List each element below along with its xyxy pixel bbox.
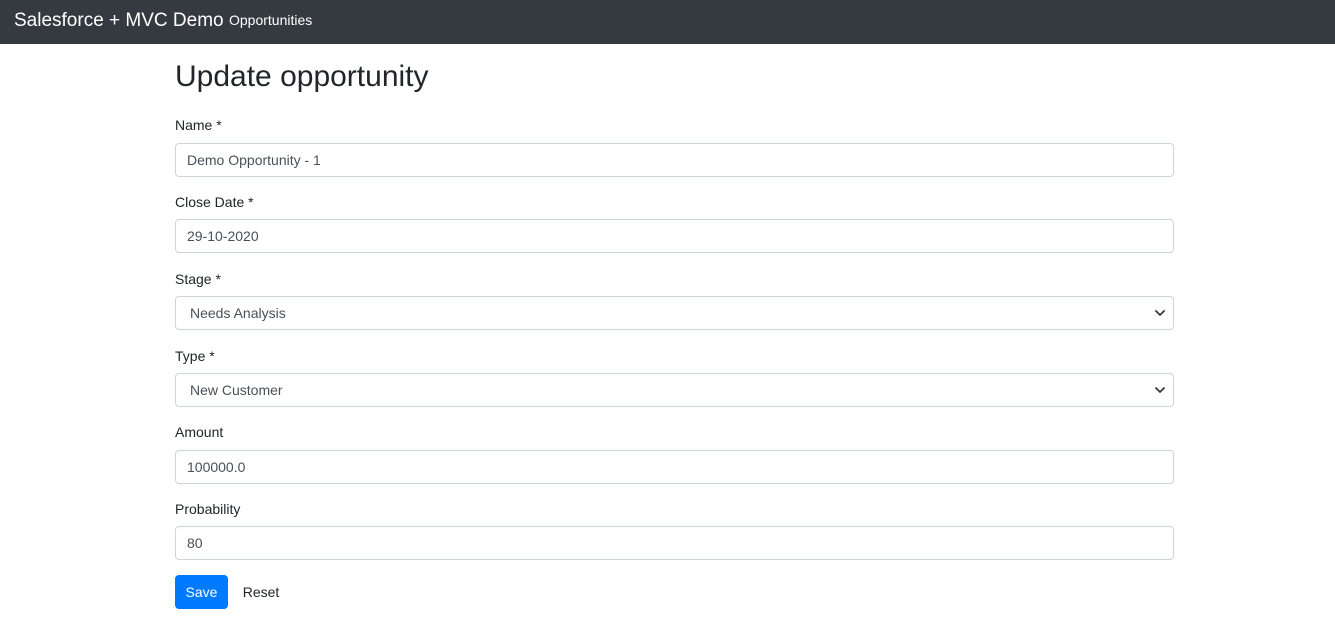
name-label: Name * bbox=[175, 117, 222, 133]
type-label: Type * bbox=[175, 348, 215, 364]
probability-label: Probability bbox=[175, 501, 241, 517]
amount-field[interactable] bbox=[175, 450, 1174, 484]
amount-label: Amount bbox=[175, 424, 224, 440]
stage-selected-value: Needs Analysis bbox=[190, 305, 286, 321]
chevron-down-icon bbox=[1155, 387, 1165, 393]
top-navbar: Salesforce + MVC Demo Opportunities bbox=[0, 0, 1335, 44]
stage-select[interactable]: Needs Analysis bbox=[175, 296, 1174, 330]
probability-field[interactable] bbox=[175, 526, 1174, 560]
stage-label: Stage * bbox=[175, 271, 221, 287]
type-selected-value: New Customer bbox=[190, 382, 283, 398]
close-date-field[interactable] bbox=[175, 219, 1174, 253]
name-field[interactable] bbox=[175, 143, 1174, 177]
navbar-brand[interactable]: Salesforce + MVC Demo bbox=[14, 9, 224, 32]
reset-button[interactable]: Reset bbox=[235, 575, 287, 609]
save-button[interactable]: Save bbox=[175, 575, 228, 609]
close-date-label: Close Date * bbox=[175, 194, 254, 210]
page-title: Update opportunity bbox=[175, 60, 429, 93]
nav-link-opportunities[interactable]: Opportunities bbox=[229, 12, 312, 29]
type-select[interactable]: New Customer bbox=[175, 373, 1174, 407]
chevron-down-icon bbox=[1155, 310, 1165, 316]
